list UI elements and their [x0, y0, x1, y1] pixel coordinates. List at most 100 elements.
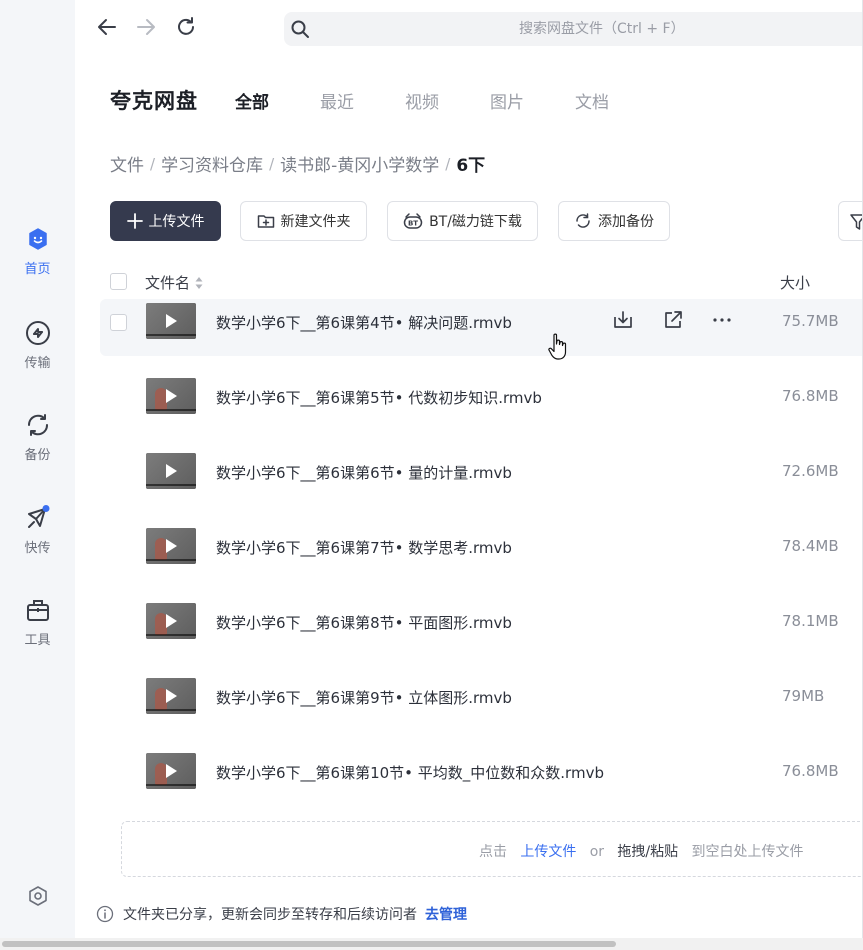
- more-dots-icon: [711, 309, 733, 335]
- drop-zone-prefix: 点击: [479, 844, 507, 860]
- tab-images[interactable]: 图片: [490, 88, 524, 113]
- filter-button[interactable]: [838, 201, 863, 241]
- filter-icon: [849, 213, 863, 231]
- download-button[interactable]: [610, 309, 636, 335]
- table-row[interactable]: 数学小学6下__第6课第5节• 代数初步知识.rmvb 76.8MB: [100, 374, 863, 431]
- video-thumbnail: [146, 603, 196, 639]
- search-bar: [284, 12, 863, 46]
- file-size: 78.4MB: [782, 537, 839, 555]
- drop-zone-hint: 点击 上传文件 or 拖拽/粘贴 到空白处上传文件: [479, 841, 803, 861]
- file-size: 76.8MB: [782, 762, 839, 780]
- quick-send-icon: [25, 505, 51, 531]
- upload-drop-zone[interactable]: 点击 上传文件 or 拖拽/粘贴 到空白处上传文件: [121, 821, 863, 877]
- file-name[interactable]: 数学小学6下__第6课第7节• 数学思考.rmvb: [216, 537, 512, 558]
- table-row[interactable]: 数学小学6下__第6课第7节• 数学思考.rmvb 78.4MB: [100, 524, 863, 581]
- table-row[interactable]: 数学小学6下__第6课第8节• 平面图形.rmvb 78.1MB: [100, 599, 863, 656]
- more-actions-button[interactable]: [709, 309, 735, 335]
- sidebar-item-label: 备份: [24, 448, 51, 463]
- sidebar-item-label: 快传: [24, 541, 51, 556]
- sidebar-item-home[interactable]: 首页: [0, 226, 75, 277]
- sidebar-item-label: 首页: [24, 262, 51, 277]
- play-icon: [166, 314, 177, 328]
- play-icon: [166, 614, 177, 628]
- tab-video[interactable]: 视频: [405, 88, 439, 113]
- download-icon: [612, 309, 634, 335]
- tab-recent[interactable]: 最近: [320, 88, 354, 113]
- file-name[interactable]: 数学小学6下__第6课第4节• 解决问题.rmvb: [216, 312, 512, 333]
- search-input[interactable]: [324, 12, 863, 46]
- drop-zone-drag: 拖拽/粘贴: [617, 844, 679, 860]
- breadcrumb-item[interactable]: 学习资料仓库: [161, 151, 263, 176]
- table-row[interactable]: 数学小学6下__第6课第9节• 立体图形.rmvb 79MB: [100, 674, 863, 731]
- row-checkbox[interactable]: [110, 314, 127, 331]
- bt-magnet-download-button[interactable]: BT BT/磁力链下载: [387, 201, 538, 241]
- settings-button[interactable]: [25, 885, 51, 911]
- file-name[interactable]: 数学小学6下__第6课第6节• 量的计量.rmvb: [216, 462, 512, 483]
- scrollbar-thumb[interactable]: [2, 941, 616, 947]
- horizontal-scrollbar[interactable]: [0, 938, 863, 950]
- folder-plus-icon: [257, 213, 275, 229]
- toolbox-icon: [25, 597, 51, 623]
- file-size: 76.8MB: [782, 387, 839, 405]
- share-notice: 文件夹已分享，更新会同步至转存和后续访问者 去管理: [96, 904, 467, 924]
- file-size: 75.7MB: [782, 312, 839, 330]
- video-thumbnail: [146, 528, 196, 564]
- refresh-button[interactable]: [173, 16, 199, 42]
- upload-button[interactable]: 上传文件: [110, 201, 221, 241]
- sidebar-item-transfer[interactable]: 传输: [0, 320, 75, 371]
- file-name[interactable]: 数学小学6下__第6课第9节• 立体图形.rmvb: [216, 687, 512, 708]
- table-row[interactable]: 数学小学6下__第6课第6节• 量的计量.rmvb 72.6MB: [100, 449, 863, 506]
- arrow-right-icon: [135, 16, 157, 42]
- sidebar: 首页 传输 备份 快传 工具: [0, 0, 75, 950]
- play-icon: [166, 389, 177, 403]
- info-icon: [96, 905, 114, 923]
- sidebar-item-label: 工具: [24, 633, 51, 648]
- tab-documents[interactable]: 文档: [575, 88, 609, 113]
- file-size: 78.1MB: [782, 612, 839, 630]
- backup-sync-icon: [574, 212, 592, 230]
- breadcrumb-separator: /: [150, 154, 156, 173]
- share-button[interactable]: [660, 309, 686, 335]
- select-all-checkbox[interactable]: [110, 273, 127, 290]
- drop-zone-or: or: [589, 844, 605, 860]
- table-row[interactable]: 数学小学6下__第6课第4节• 解决问题.rmvb 75.7MB: [100, 299, 863, 356]
- play-icon: [166, 764, 177, 778]
- new-folder-label: 新建文件夹: [280, 214, 351, 230]
- share-icon: [662, 309, 684, 335]
- back-button[interactable]: [94, 16, 120, 42]
- file-name[interactable]: 数学小学6下__第6课第5节• 代数初步知识.rmvb: [216, 387, 542, 408]
- video-thumbnail: [146, 753, 196, 789]
- sidebar-item-quick-send[interactable]: 快传: [0, 505, 75, 556]
- column-header-size[interactable]: 大小: [780, 272, 810, 293]
- search-icon: [290, 19, 310, 43]
- page-title: 夸克网盘: [110, 89, 198, 113]
- column-header-name[interactable]: 文件名: [145, 272, 203, 293]
- video-thumbnail: [146, 678, 196, 714]
- file-name[interactable]: 数学小学6下__第6课第10节• 平均数_中位数和众数.rmvb: [216, 762, 604, 783]
- backup-sync-icon: [25, 412, 51, 438]
- add-backup-button[interactable]: 添加备份: [558, 201, 670, 241]
- breadcrumb-item[interactable]: 文件: [110, 151, 144, 176]
- table-row[interactable]: 数学小学6下__第6课第10节• 平均数_中位数和众数.rmvb 76.8MB: [100, 749, 863, 806]
- sidebar-item-backup[interactable]: 备份: [0, 412, 75, 463]
- share-notice-text: 文件夹已分享，更新会同步至转存和后续访问者: [123, 907, 417, 923]
- sidebar-item-label: 传输: [24, 356, 51, 371]
- video-thumbnail: [146, 453, 196, 489]
- play-icon: [166, 689, 177, 703]
- breadcrumb-item[interactable]: 读书郎-黄冈小学数学: [280, 151, 439, 176]
- new-folder-button[interactable]: 新建文件夹: [240, 201, 367, 241]
- manage-share-link[interactable]: 去管理: [425, 904, 467, 924]
- breadcrumb: 文件 / 学习资料仓库 / 读书郎-黄冈小学数学 / 6下: [110, 151, 486, 177]
- video-thumbnail: [146, 303, 196, 339]
- play-icon: [166, 464, 177, 478]
- play-icon: [166, 539, 177, 553]
- breadcrumb-current: 6下: [456, 156, 486, 176]
- sidebar-item-tools[interactable]: 工具: [0, 597, 75, 648]
- transfer-icon: [25, 320, 51, 346]
- forward-button[interactable]: [133, 16, 159, 42]
- breadcrumb-separator: /: [445, 154, 451, 173]
- tab-all[interactable]: 全部: [235, 88, 269, 113]
- video-thumbnail: [146, 378, 196, 414]
- file-name[interactable]: 数学小学6下__第6课第8节• 平面图形.rmvb: [216, 612, 512, 633]
- upload-link[interactable]: 上传文件: [520, 844, 576, 860]
